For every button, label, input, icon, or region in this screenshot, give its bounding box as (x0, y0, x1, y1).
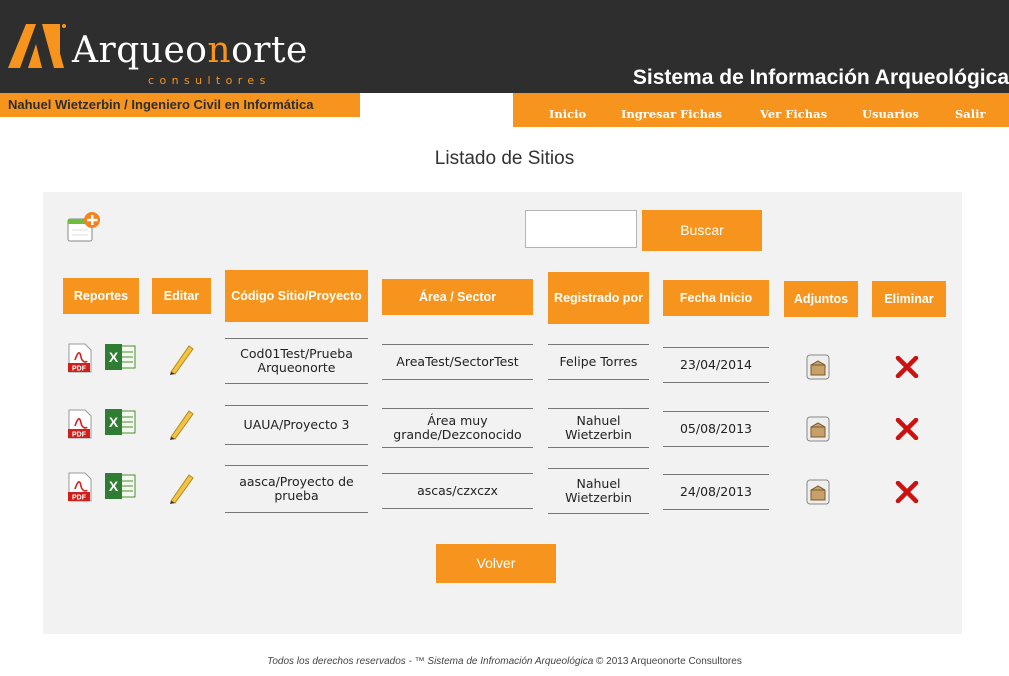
header-eliminar: Eliminar (872, 281, 946, 317)
header-fecha: Fecha Inicio (663, 280, 769, 316)
attachment-icon[interactable] (806, 479, 830, 505)
header-area: Área / Sector (382, 279, 533, 315)
pdf-icon[interactable]: PDF (67, 409, 93, 439)
nav-item-ingresar-fichas[interactable]: Ingresar Fichas (621, 107, 722, 121)
excel-icon[interactable]: X (104, 472, 136, 500)
cell-registrado: Nahuel Wietzerbin (548, 408, 649, 448)
header: Arqueonorte consultores Sistema de Infor… (0, 0, 1009, 93)
user-bar: Nahuel Wietzerbin / Ingeniero Civil en I… (0, 93, 360, 117)
delete-icon[interactable] (895, 481, 919, 503)
svg-text:PDF: PDF (72, 495, 87, 502)
excel-icon[interactable]: X (104, 408, 136, 436)
search-button[interactable]: Buscar (642, 210, 762, 251)
delete-icon[interactable] (895, 418, 919, 440)
nav-item-salir[interactable]: Salir (955, 107, 986, 121)
cell-fecha: 24/08/2013 (663, 474, 769, 510)
logo-mark-icon (8, 24, 66, 68)
edit-pencil-icon[interactable] (167, 343, 195, 375)
cell-registrado: Felipe Torres (548, 344, 649, 380)
nav-item-inicio[interactable]: Inicio (549, 107, 586, 121)
user-label: Nahuel Wietzerbin / Ingeniero Civil en I… (8, 97, 314, 112)
cell-area: ascas/czxczx (382, 473, 533, 509)
nav-item-ver-fichas[interactable]: Ver Fichas (760, 107, 827, 121)
cell-fecha: 23/04/2014 (663, 347, 769, 383)
add-site-icon[interactable] (67, 211, 101, 245)
system-title: Sistema de Información Arqueológica (632, 66, 1009, 89)
attachment-icon[interactable] (806, 416, 830, 442)
edit-pencil-icon[interactable] (167, 472, 195, 504)
header-editar: Editar (152, 278, 211, 314)
svg-text:X: X (109, 478, 119, 494)
header-reportes: Reportes (63, 278, 139, 314)
header-registrado: Registrado por (548, 272, 649, 324)
main-nav: Inicio Ingresar Fichas Ver Fichas Usuari… (513, 93, 1009, 127)
cell-area: AreaTest/SectorTest (382, 344, 533, 380)
cell-codigo: aasca/Proyecto de prueba (225, 465, 368, 513)
logo-wordmark: Arqueonorte (72, 30, 308, 71)
edit-pencil-icon[interactable] (167, 408, 195, 440)
attachment-icon[interactable] (806, 354, 830, 380)
footer-rights: Todos los derechos reservados - ™ Sistem… (267, 656, 594, 667)
header-codigo: Código Sitio/Proyecto (225, 270, 368, 322)
pdf-icon[interactable]: PDF (67, 472, 93, 502)
cell-registrado: Nahuel Wietzerbin (548, 468, 649, 514)
header-adjuntos: Adjuntos (784, 281, 858, 317)
delete-icon[interactable] (895, 356, 919, 378)
footer: Todos los derechos reservados - ™ Sistem… (0, 656, 1009, 667)
svg-text:X: X (109, 349, 119, 365)
cell-area: Área muy grande/Dezconocido (382, 408, 533, 448)
nav-item-usuarios[interactable]: Usuarios (862, 107, 919, 121)
svg-text:PDF: PDF (72, 366, 87, 373)
pdf-icon[interactable]: PDF (67, 343, 93, 373)
search-input[interactable] (525, 210, 637, 248)
svg-text:PDF: PDF (72, 432, 87, 439)
excel-icon[interactable]: X (104, 343, 136, 371)
cell-fecha: 05/08/2013 (663, 411, 769, 447)
page-title: Listado de Sitios (434, 148, 575, 169)
svg-text:X: X (109, 414, 119, 430)
volver-button[interactable]: Volver (436, 544, 556, 583)
footer-copyright: © 2013 Arqueonorte Consultores (593, 656, 742, 667)
sites-panel: Buscar Reportes Editar Código Sitio/Proy… (43, 192, 962, 634)
cell-codigo: Cod01Test/Prueba Arqueonorte (225, 338, 368, 384)
cell-codigo: UAUA/Proyecto 3 (225, 405, 368, 445)
logo-subtitle: consultores (148, 74, 271, 87)
